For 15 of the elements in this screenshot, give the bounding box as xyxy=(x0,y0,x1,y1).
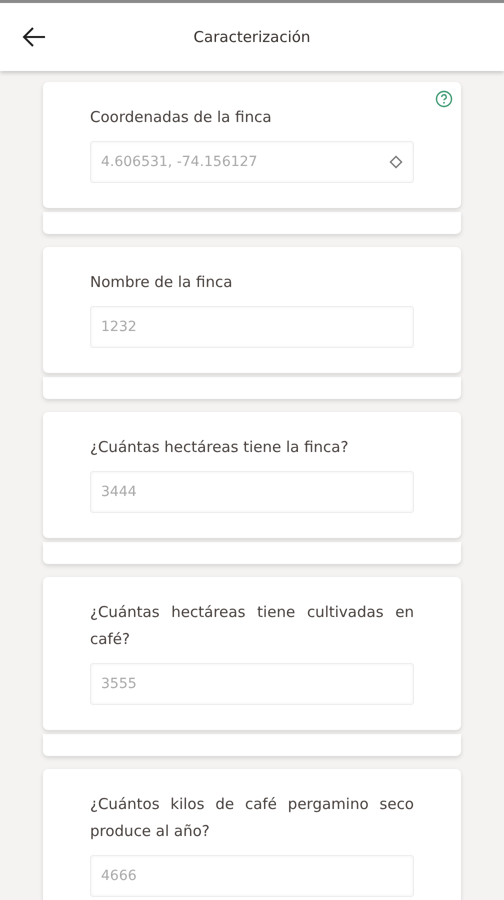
question-label: Nombre de la finca xyxy=(90,272,234,293)
back-arrow-icon xyxy=(22,27,46,47)
answer-field[interactable]: 4666 xyxy=(90,855,414,897)
back-button[interactable] xyxy=(22,27,46,47)
question-label: ¿Cuántas hectáreas tiene la finca? xyxy=(90,437,350,458)
answer-field[interactable]: 4.606531, -74.156127 xyxy=(90,141,414,183)
question-label: Coordenadas de la finca xyxy=(90,107,273,128)
locate-icon[interactable] xyxy=(389,155,403,169)
question-label: ¿Cuántas hectáreas tiene cultivadas en café? xyxy=(90,602,414,650)
answer-field[interactable]: 3555 xyxy=(90,663,414,705)
answer-field[interactable]: 1232 xyxy=(90,306,414,348)
answer-field[interactable]: 3444 xyxy=(90,471,414,513)
help-icon[interactable] xyxy=(435,90,453,108)
screen-title: Caracterización xyxy=(194,28,310,46)
question-label: ¿Cuántos kilos de café pergamino seco produce al año? xyxy=(90,794,414,842)
